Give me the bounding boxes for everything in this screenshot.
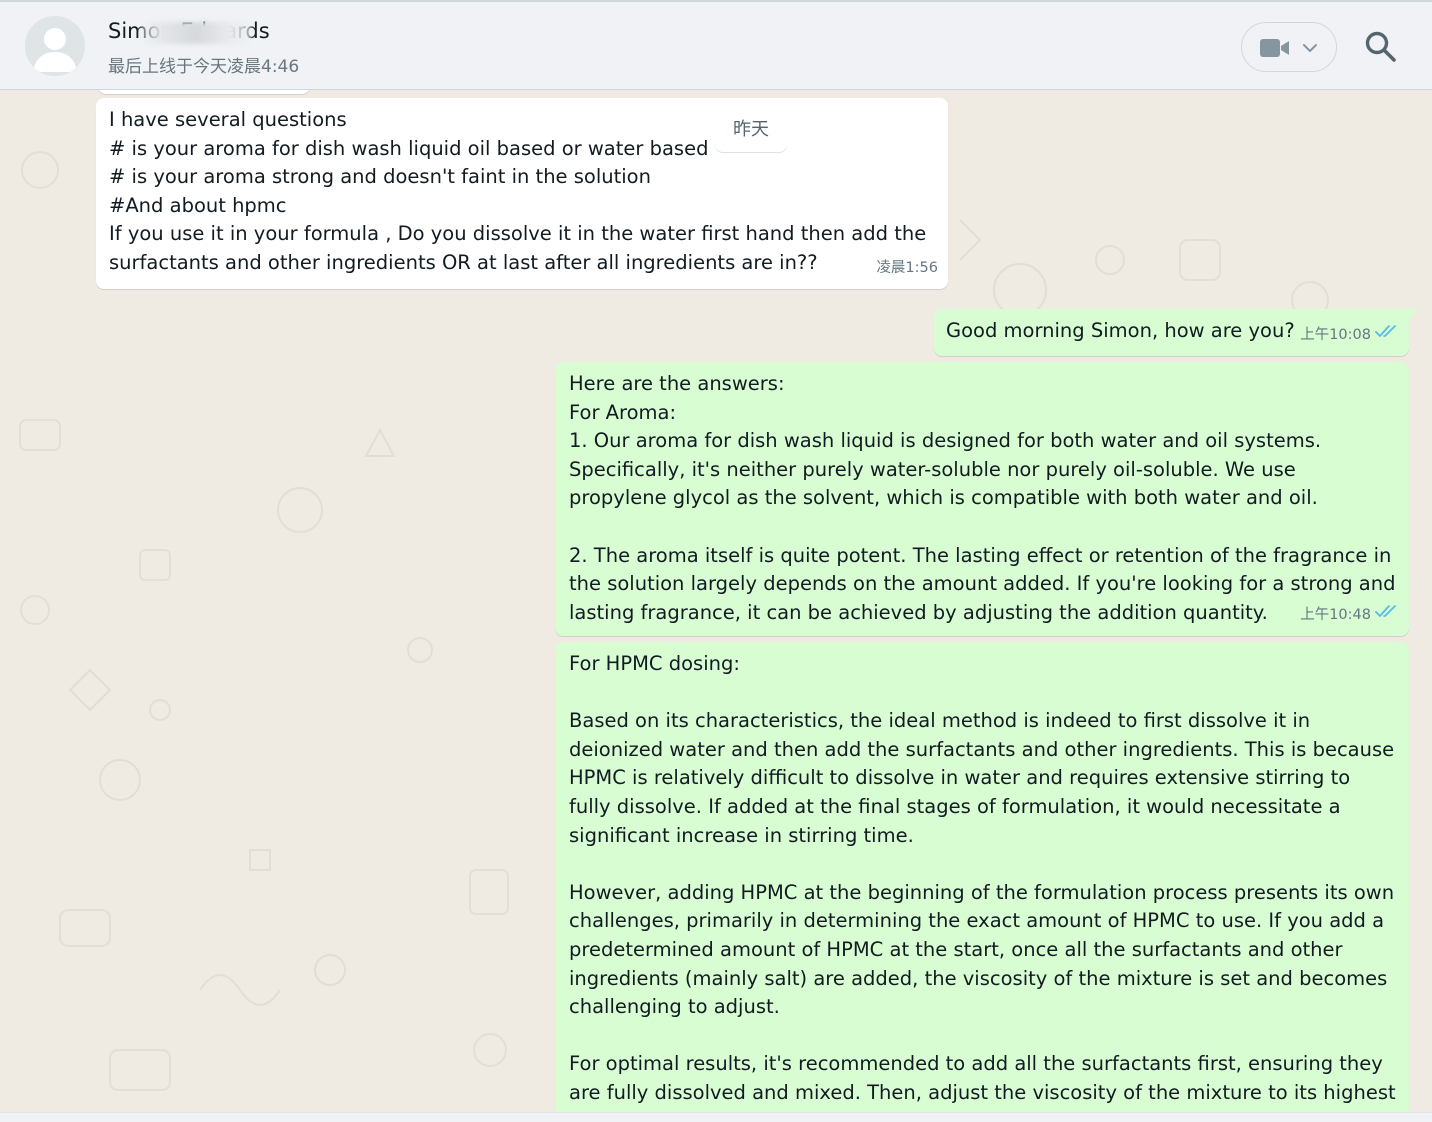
- search-icon: [1364, 31, 1398, 68]
- chat-panel[interactable]: I have several questions # is your aroma…: [0, 90, 1432, 1112]
- date-divider-chip: 昨天: [715, 108, 787, 152]
- message-time: 凌晨1:56: [876, 260, 938, 277]
- message-text: For HPMC dosing: Based on its characteri…: [569, 652, 1396, 1112]
- chevron-down-icon: [1302, 40, 1318, 60]
- bubble-tail: [1408, 309, 1417, 322]
- incoming-message-bubble[interactable]: I have several questions # is your aroma…: [96, 98, 948, 289]
- message-text: Here are the answers: For Aroma: 1. Our …: [569, 372, 1396, 624]
- outgoing-message-bubble[interactable]: Good morning Simon, how are you? 上午10:08: [934, 309, 1417, 356]
- message-meta: 凌晨1:56: [876, 254, 938, 283]
- message-time: 上午10:48: [1300, 607, 1371, 624]
- video-call-button[interactable]: [1241, 22, 1337, 72]
- search-button[interactable]: [1364, 30, 1398, 64]
- outgoing-message-bubble[interactable]: Here are the answers: For Aroma: 1. Our …: [555, 362, 1409, 636]
- video-camera-icon: [1260, 38, 1290, 62]
- message-time: 上午10:08: [1300, 327, 1371, 344]
- message-meta: 上午10:08: [1300, 321, 1399, 350]
- default-avatar-icon[interactable]: [25, 16, 85, 76]
- message-meta: 上午10:48: [1300, 601, 1399, 630]
- double-check-read-icon: [1375, 321, 1399, 350]
- previous-message-bubble: [98, 90, 310, 94]
- chat-header: Simon Edwards 最后上线于今天凌晨4:46: [0, 0, 1432, 90]
- name-redaction-blur: [140, 22, 252, 44]
- composer-bar-edge: [0, 1112, 1432, 1122]
- last-seen-status: 最后上线于今天凌晨4:46: [108, 57, 300, 77]
- message-text: I have several questions # is your aroma…: [109, 108, 927, 274]
- outgoing-message-bubble[interactable]: For HPMC dosing: Based on its characteri…: [555, 642, 1409, 1112]
- double-check-read-icon: [1375, 601, 1399, 630]
